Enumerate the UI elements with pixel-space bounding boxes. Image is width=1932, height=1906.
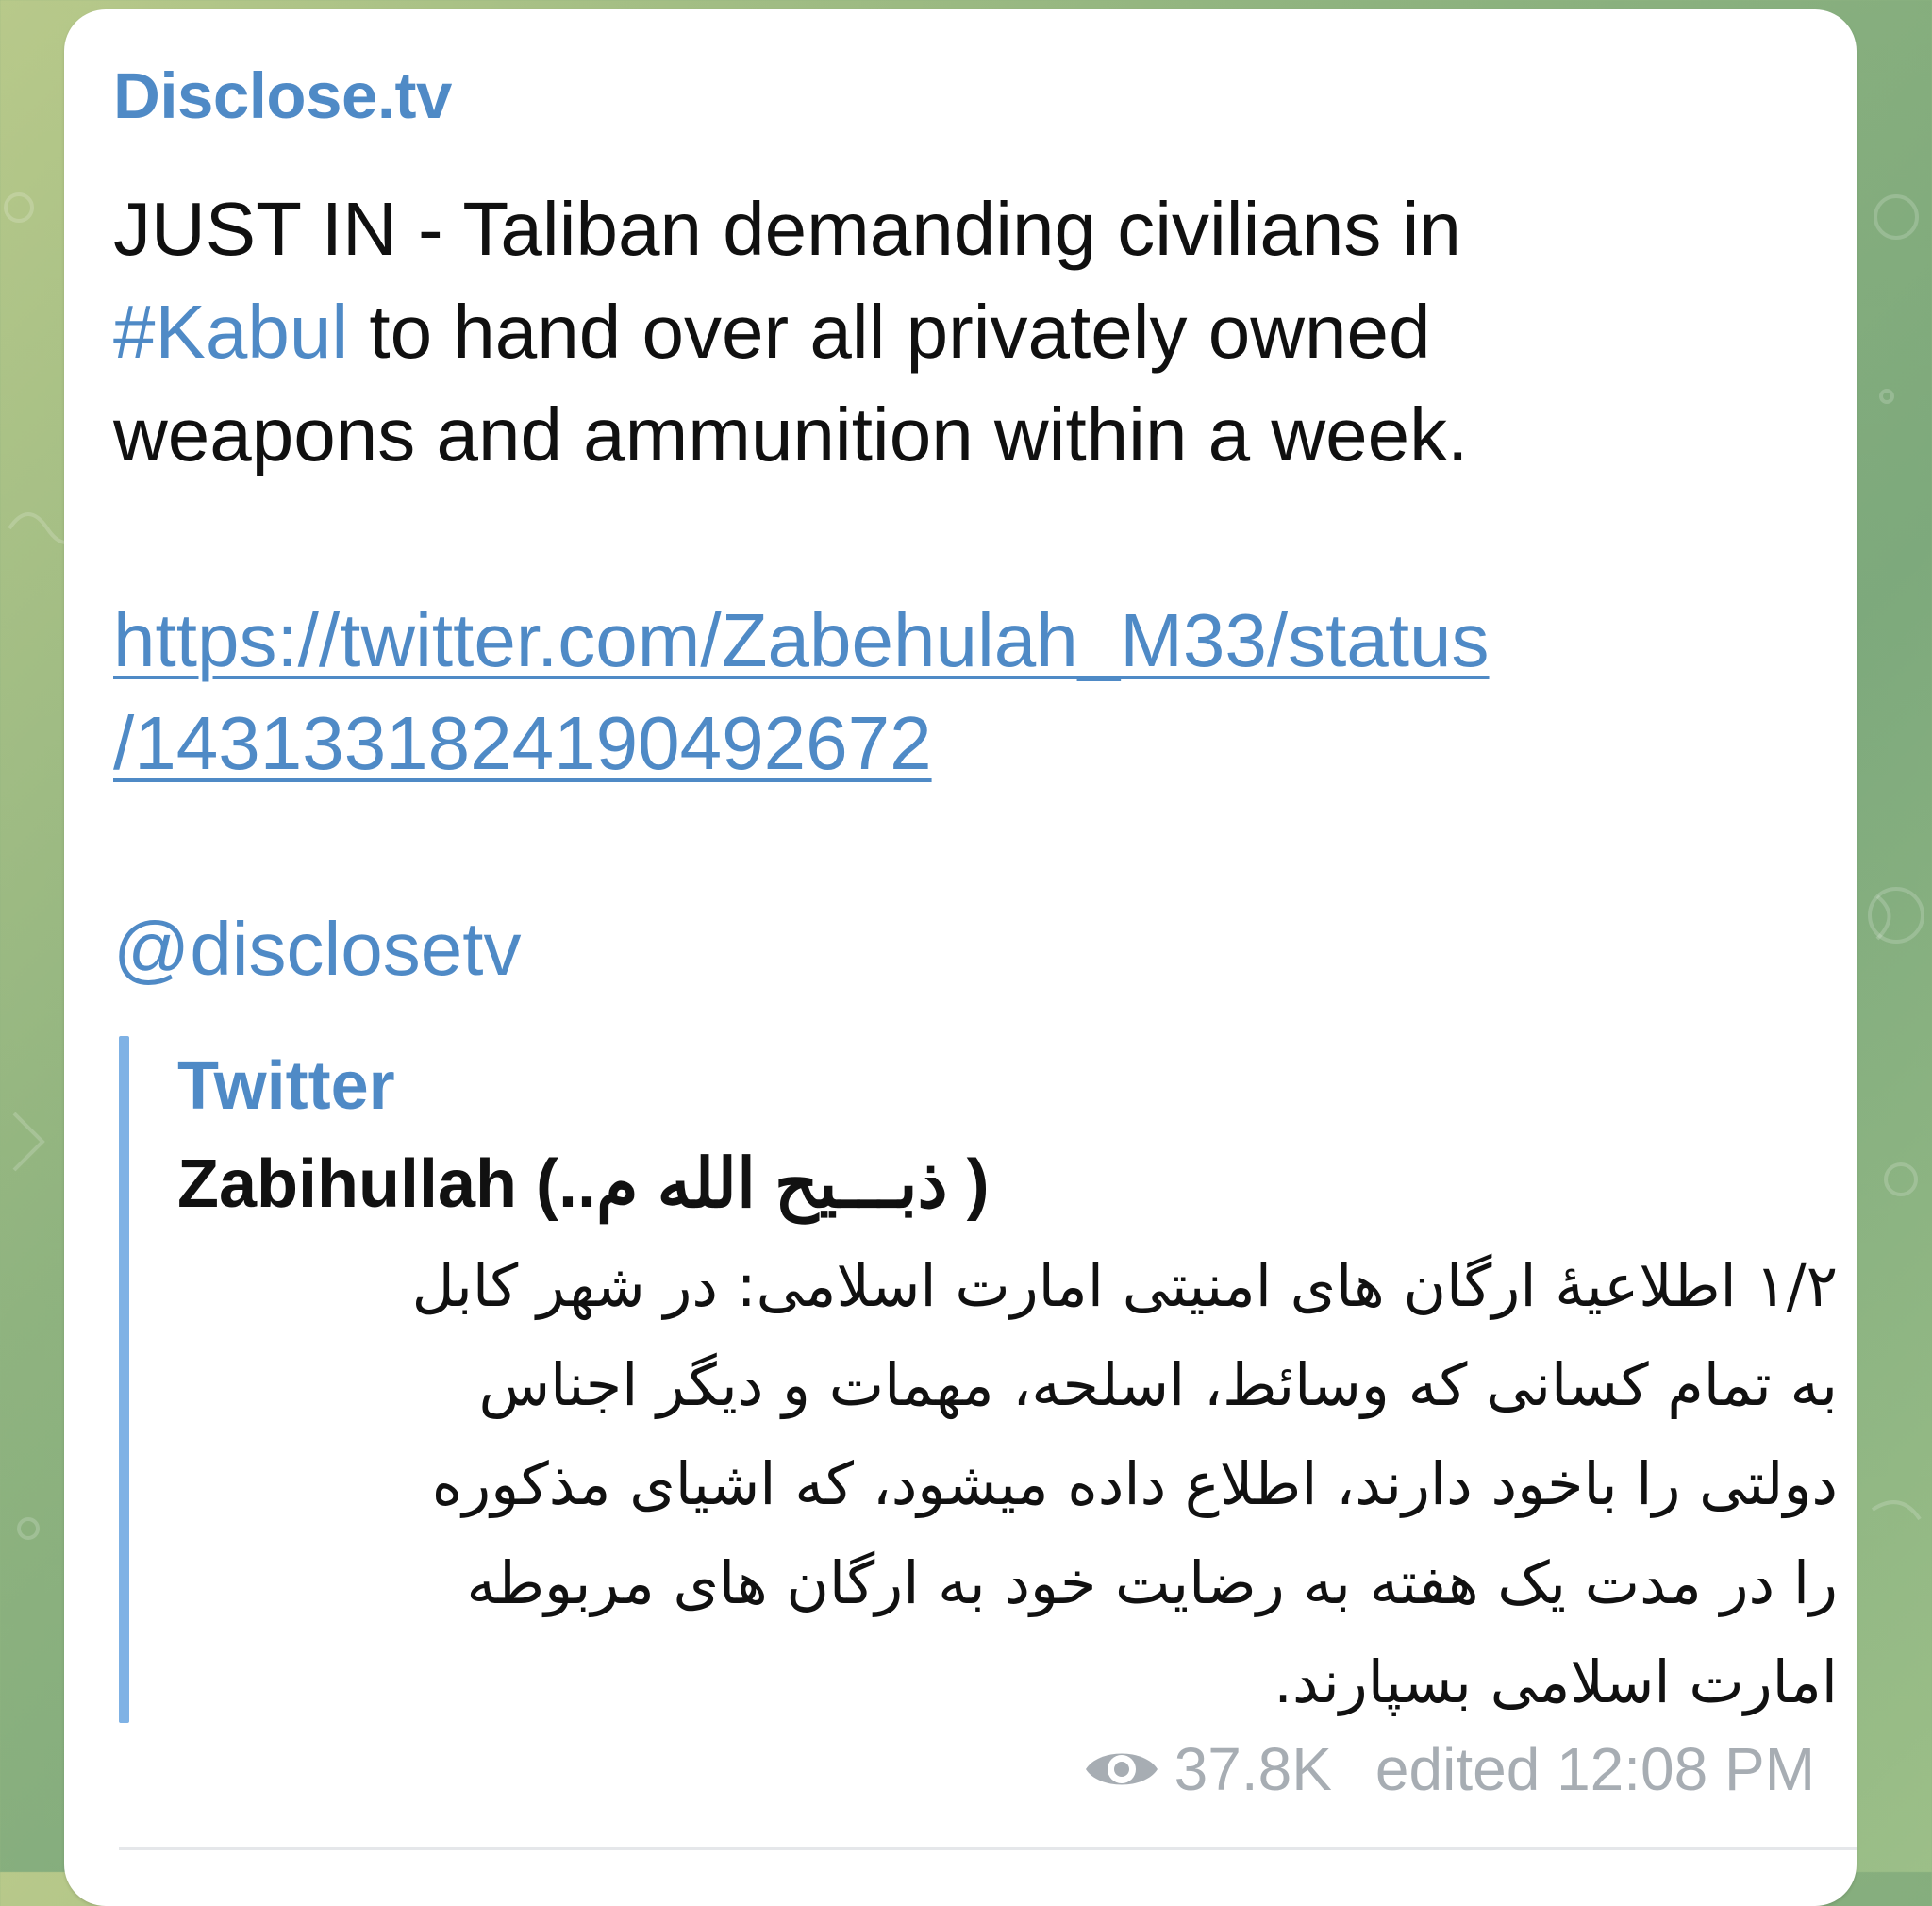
message-line-text: to hand over all privately owned: [348, 290, 1431, 374]
preview-accent-bar: [119, 1036, 129, 1723]
preview-site-name: Twitter: [177, 1048, 395, 1124]
preview-description-line: دولتی را باخود دارند، اطلاع داده میشود، …: [431, 1449, 1838, 1518]
preview-description-line: را در مدت یک هفته به رضایت خود به ارگان …: [466, 1548, 1838, 1617]
eye-icon: [1085, 1753, 1158, 1785]
channel-name[interactable]: Disclose.tv: [113, 59, 452, 133]
view-count: 37.8K: [1082, 1734, 1332, 1804]
preview-author-name: Zabihullah: [177, 1146, 517, 1222]
message-line: @disclosetv: [113, 897, 1840, 1000]
view-count-value: 37.8K: [1174, 1735, 1332, 1803]
message-line: JUST IN - Taliban demanding civilians in: [113, 187, 1461, 271]
tweet-url-link[interactable]: https://twitter.com/Zabehulah_M33/status: [113, 598, 1490, 682]
preview-description-line: امارت اسلامی بسپارند.: [1274, 1647, 1838, 1716]
bubble-divider: [119, 1847, 1857, 1850]
message-meta: 37.8K edited 12:08 PM: [1082, 1734, 1815, 1804]
preview-description-line: ۱/۲ اطلاعیۀ ارگان های امنیتی امارت اسلام…: [411, 1251, 1838, 1320]
message-line: weapons and ammunition within a week.: [113, 393, 1469, 476]
preview-author: Zabihullah (..ذبـــیح الله م ): [177, 1144, 990, 1223]
tweet-url-link-continued[interactable]: /1431331824190492672: [113, 701, 932, 785]
message-line: https://twitter.com/Zabehulah_M33/status: [113, 589, 1840, 692]
message-line: #Kabul to hand over all privately owned: [113, 280, 1840, 383]
mention-link[interactable]: @disclosetv: [113, 907, 521, 991]
message-text: JUST IN - Taliban demanding civilians in…: [113, 177, 1840, 1000]
message-line: /1431331824190492672: [113, 692, 1840, 794]
message-bubble[interactable]: Disclose.tv JUST IN - Taliban demanding …: [64, 9, 1857, 1906]
link-preview[interactable]: Twitter Zabihullah (..ذبـــیح الله م ) ۱…: [119, 1036, 1838, 1723]
edited-timestamp: edited 12:08 PM: [1374, 1735, 1815, 1803]
preview-description: ۱/۲ اطلاعیۀ ارگان های امنیتی امارت اسلام…: [177, 1236, 1838, 1731]
preview-description-line: به تمام کسانی که وسائط، اسلحه، مهمات و د…: [478, 1350, 1838, 1419]
hashtag-link[interactable]: #Kabul: [113, 290, 348, 374]
preview-author-name-arabic: (..ذبـــیح الله م ): [517, 1146, 990, 1222]
